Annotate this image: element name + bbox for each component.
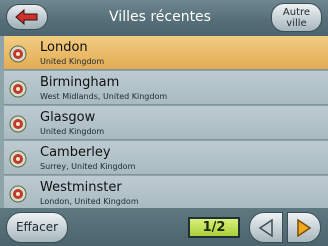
list-item-birmingham[interactable]: Birmingham West Midlands, United Kingdom: [4, 71, 328, 105]
triangle-right-icon: [297, 218, 312, 237]
new-city-label-line2: ville: [286, 18, 307, 29]
new-city-button[interactable]: Autre ville: [271, 3, 322, 32]
city-name: Glasgow: [40, 110, 96, 125]
city-region: United Kingdom: [40, 127, 105, 136]
list-item-glasgow[interactable]: Glasgow United Kingdom: [4, 106, 328, 140]
city-region: Surrey, United Kingdom: [40, 162, 136, 171]
bottom-toolbar: Effacer 1/2: [0, 208, 328, 246]
recent-cities-list: London United Kingdom Birmingham West Mi…: [4, 36, 328, 211]
location-pin-icon: [9, 80, 27, 98]
location-pin-icon: [9, 150, 27, 168]
page-title: Villes récentes: [109, 9, 211, 25]
city-name: London: [40, 40, 88, 55]
page-indicator: 1/2: [188, 217, 240, 238]
city-region: United Kingdom: [40, 57, 105, 66]
back-arrow-icon: [15, 9, 38, 25]
city-region: London, United Kingdom: [40, 197, 139, 206]
triangle-left-icon: [258, 218, 273, 237]
city-name: Westminster: [40, 180, 122, 195]
next-page-button[interactable]: [287, 212, 321, 243]
back-button[interactable]: [6, 4, 48, 30]
city-region: West Midlands, United Kingdom: [40, 92, 168, 101]
title-bar: Villes récentes Autre ville: [0, 0, 328, 36]
location-pin-icon: [9, 185, 27, 203]
clear-button[interactable]: Effacer: [6, 212, 68, 243]
city-name: Birmingham: [40, 75, 120, 90]
new-city-label-line1: Autre: [282, 7, 311, 18]
list-item-westminster[interactable]: Westminster London, United Kingdom: [4, 176, 328, 210]
city-name: Camberley: [40, 145, 111, 160]
list-item-london[interactable]: London United Kingdom: [4, 36, 328, 70]
previous-page-button[interactable]: [249, 212, 283, 243]
location-pin-icon: [9, 115, 27, 133]
list-item-camberley[interactable]: Camberley Surrey, United Kingdom: [4, 141, 328, 175]
location-pin-icon: [9, 45, 27, 63]
